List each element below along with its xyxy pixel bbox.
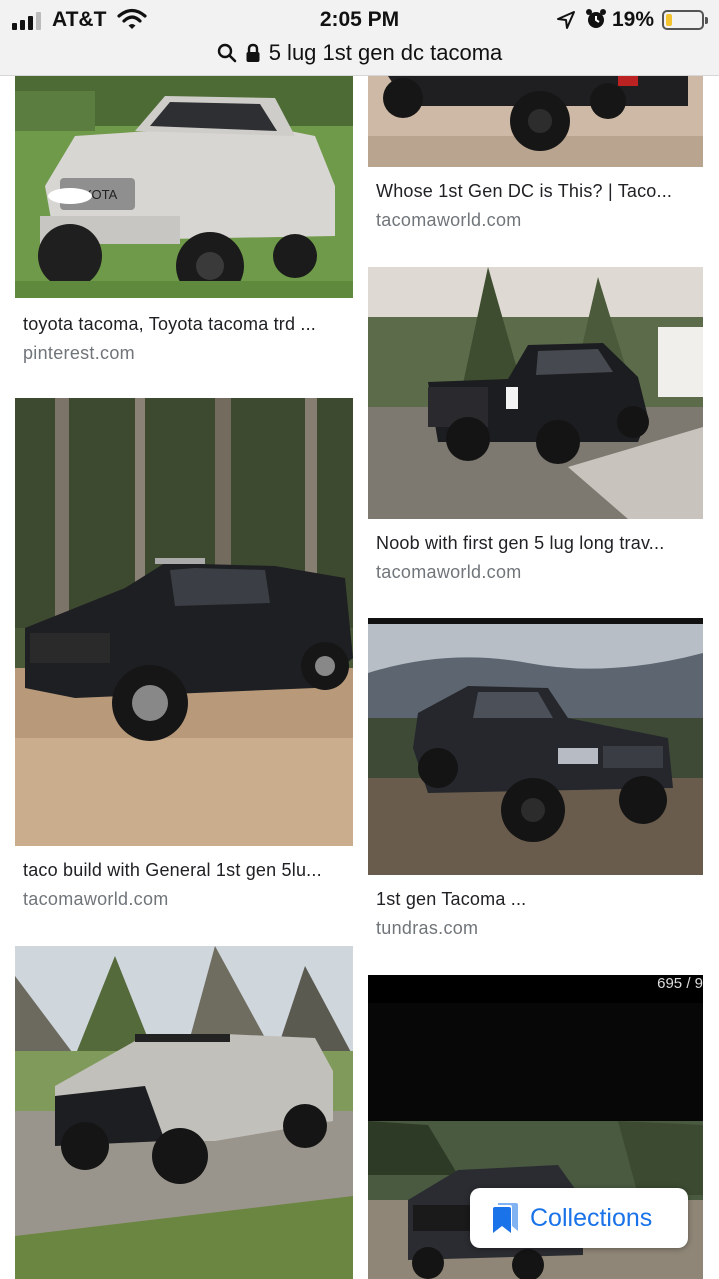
result-source: tundras.com (376, 918, 479, 938)
battery-icon (662, 10, 708, 30)
result-image[interactable] (15, 946, 353, 1279)
result-image[interactable]: TOYOTA (15, 76, 353, 298)
battery-percent: 19% (612, 8, 655, 31)
result-card[interactable]: taco build with General 1st gen 5lu... t… (15, 398, 353, 910)
result-title[interactable]: 1st gen Tacoma ... (368, 889, 703, 910)
result-card[interactable]: Whose 1st Gen DC is This? | Taco... taco… (368, 76, 703, 231)
location-icon (557, 11, 575, 29)
image-counter-overlay: 695 / 9 (657, 975, 703, 992)
result-card[interactable]: 1st gen Tacoma ... tundras.com (368, 618, 703, 939)
result-title[interactable]: toyota tacoma, Toyota tacoma trd ... (15, 314, 353, 335)
lock-icon (246, 43, 260, 62)
result-image[interactable] (15, 398, 353, 846)
status-bar: AT&T 2:05 PM 19% (0, 0, 719, 40)
result-title[interactable]: Noob with first gen 5 lug long trav... (368, 533, 703, 554)
result-source: tacomaworld.com (376, 562, 522, 582)
collections-label: Collections (530, 1203, 653, 1232)
result-image[interactable] (368, 267, 703, 519)
result-card[interactable]: TOYOTA toyota tacoma, Toyota tacoma trd … (15, 76, 353, 364)
result-image[interactable] (368, 618, 703, 875)
result-source: pinterest.com (23, 343, 135, 363)
result-title[interactable]: taco build with General 1st gen 5lu... (15, 860, 353, 881)
bookmark-icon (493, 1203, 518, 1233)
result-title[interactable]: Whose 1st Gen DC is This? | Taco... (368, 181, 703, 202)
battery-level (666, 14, 672, 26)
result-image[interactable] (368, 76, 703, 167)
browser-top-bar: AT&T 2:05 PM 19% 5 lug 1st gen dc tacoma (0, 0, 719, 76)
search-query: 5 lug 1st gen dc tacoma (268, 40, 503, 65)
result-source: tacomaworld.com (23, 889, 169, 909)
result-source: tacomaworld.com (376, 210, 522, 230)
search-icon (217, 43, 237, 63)
url-bar[interactable]: 5 lug 1st gen dc tacoma (0, 38, 719, 68)
collections-button[interactable]: Collections (470, 1188, 688, 1248)
alarm-icon (586, 9, 606, 28)
result-card[interactable] (15, 946, 353, 1279)
result-card[interactable]: Noob with first gen 5 lug long trav... t… (368, 267, 703, 583)
